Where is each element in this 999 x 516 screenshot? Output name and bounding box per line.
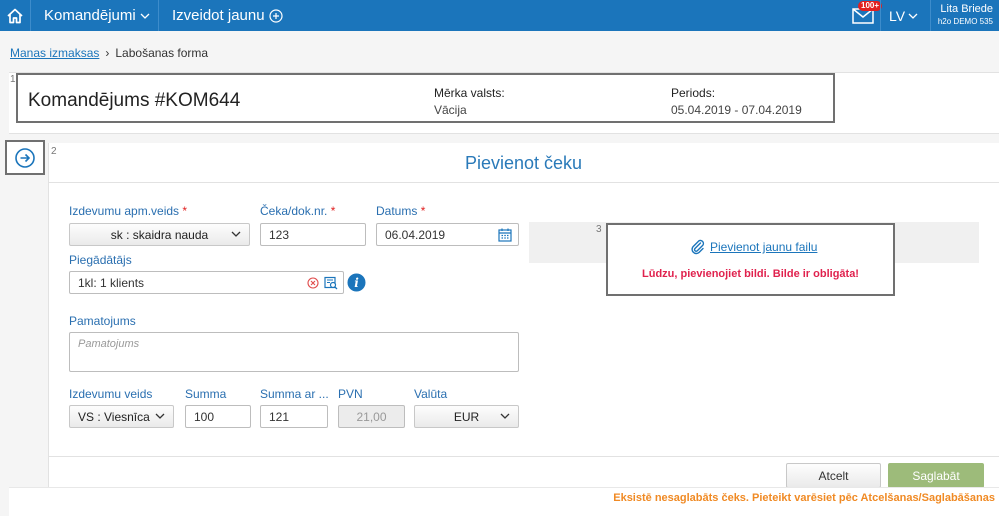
destination-country: Mērka valsts: Vācija xyxy=(434,86,505,117)
receipt-number-input[interactable]: 123 xyxy=(260,223,366,246)
justification-textarea[interactable]: Pamatojums xyxy=(69,332,519,372)
receipt-number-value: 123 xyxy=(269,227,290,242)
supplier-input[interactable]: 1kl: 1 klients xyxy=(69,271,344,294)
form-title: Pievienot čeku xyxy=(464,153,583,173)
justification-placeholder: Pamatojums xyxy=(78,338,140,350)
sum-label: Summa xyxy=(185,387,227,401)
trip-summary-box: Komandējums #KOM644 Mērka valsts: Vācija… xyxy=(16,73,835,123)
chevron-down-icon xyxy=(231,231,241,237)
breadcrumb-current: Labošanas forma xyxy=(115,46,209,60)
info-icon[interactable]: i xyxy=(347,273,366,292)
vat-label: PVN xyxy=(338,387,363,401)
date-label: Datums * xyxy=(376,204,426,218)
sum-with-vat-value: 121 xyxy=(269,409,290,424)
create-new-label: Izveidot jaunu xyxy=(172,7,265,24)
trips-menu[interactable]: Komandējumi xyxy=(44,0,150,31)
trip-period-label: Periods: xyxy=(671,86,716,100)
plus-circle-icon xyxy=(268,8,283,23)
create-new-button[interactable]: Izveidot jaunu xyxy=(172,0,283,31)
supplier-label: Piegādātājs xyxy=(69,253,132,267)
sum-with-vat-label: Summa ar ... xyxy=(260,387,329,401)
add-file-link[interactable]: Pievienot jaunu failu xyxy=(690,239,817,255)
divider xyxy=(48,182,999,183)
clear-icon[interactable] xyxy=(307,277,319,289)
chevron-down-icon xyxy=(155,413,165,419)
sum-input[interactable]: 100 xyxy=(185,405,251,428)
attachment-box xyxy=(606,223,895,296)
arrow-right-circle-icon xyxy=(15,147,35,168)
breadcrumb-separator-icon: › xyxy=(105,46,110,60)
breadcrumb: Manas izmaksas › Labošanas forma xyxy=(10,46,208,60)
trips-menu-label: Komandējumi xyxy=(44,7,136,24)
chevron-down-icon xyxy=(500,413,510,419)
unsaved-receipt-notice: Eksistē nesaglabāts čeks. Pieteikt varēs… xyxy=(613,492,995,504)
chevron-down-icon xyxy=(908,13,918,19)
date-input[interactable]: 06.04.2019 xyxy=(376,223,519,246)
notification-badge: 100+ xyxy=(858,1,883,11)
destination-country-label: Mērka valsts: xyxy=(434,86,505,100)
vat-input: 21,00 xyxy=(338,405,405,428)
payment-type-label: Izdevumu apm.veids * xyxy=(69,204,188,218)
paperclip-icon xyxy=(691,239,705,255)
lookup-icon[interactable] xyxy=(324,276,338,290)
sum-value: 100 xyxy=(194,409,215,424)
payment-type-select[interactable]: sk : skaidra nauda xyxy=(69,223,250,246)
user-name: Lita Briede xyxy=(940,3,993,15)
trip-period-value: 05.04.2019 - 07.04.2019 xyxy=(671,103,802,117)
divider xyxy=(48,456,999,457)
currency-value: EUR xyxy=(453,409,480,424)
payment-type-value: sk : skaidra nauda xyxy=(110,227,209,242)
date-value: 06.04.2019 xyxy=(385,227,446,242)
sum-with-vat-input[interactable]: 121 xyxy=(260,405,328,428)
attachment-error: Lūdzu, pievienojiet bildi. Bilde ir obli… xyxy=(642,268,859,280)
user-menu[interactable]: Lita Briede h2o DEMO 535 xyxy=(938,3,993,26)
home-icon xyxy=(7,8,23,23)
destination-country-value: Vācija xyxy=(434,103,467,117)
vat-value: 21,00 xyxy=(356,409,387,424)
calendar-icon[interactable] xyxy=(498,228,512,242)
step-number: 1 xyxy=(10,74,16,85)
nav-divider xyxy=(880,0,881,31)
currency-label: Valūta xyxy=(414,387,448,401)
language-label: LV xyxy=(889,7,906,24)
trip-title: Komandējums #KOM644 xyxy=(28,90,241,111)
step-number: 3 xyxy=(596,224,602,235)
expense-type-value: VS : Viesnīca xyxy=(78,409,150,424)
supplier-value: 1kl: 1 klients xyxy=(78,275,145,290)
add-file-label: Pievienot jaunu failu xyxy=(710,240,818,254)
save-button[interactable]: Saglabāt xyxy=(888,463,984,488)
home-button[interactable] xyxy=(0,0,31,31)
chevron-down-icon xyxy=(140,13,150,19)
justification-label: Pamatojums xyxy=(69,314,136,328)
receipt-number-label: Čeka/dok.nr. * xyxy=(260,204,336,218)
expand-panel-button[interactable] xyxy=(5,140,45,175)
currency-select[interactable]: EUR xyxy=(414,405,519,428)
breadcrumb-link-my-expenses[interactable]: Manas izmaksas xyxy=(10,46,99,60)
trip-period: Periods: 05.04.2019 - 07.04.2019 xyxy=(671,86,802,117)
nav-divider xyxy=(930,0,931,31)
cancel-button[interactable]: Atcelt xyxy=(786,463,881,488)
expense-type-select[interactable]: VS : Viesnīca xyxy=(69,405,174,428)
svg-text:i: i xyxy=(354,276,359,290)
company-name: h2o DEMO 535 xyxy=(937,17,993,26)
top-navigation-bar: Komandējumi Izveidot jaunu 100+ LV Lita … xyxy=(0,0,999,31)
expense-type-label: Izdevumu veids xyxy=(69,387,153,401)
receipt-form-panel xyxy=(48,143,999,516)
language-selector[interactable]: LV xyxy=(889,0,918,31)
nav-divider xyxy=(158,0,159,31)
